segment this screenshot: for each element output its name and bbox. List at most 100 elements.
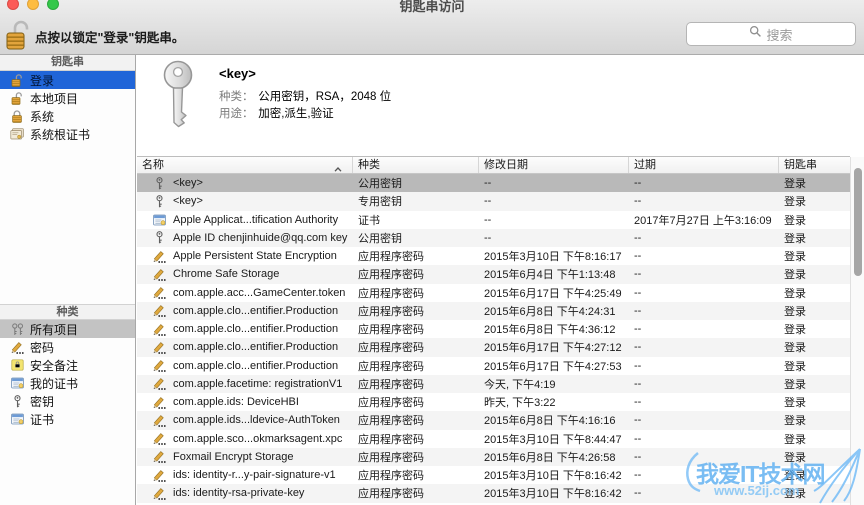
sidebar-item-label: 我的证书	[30, 375, 78, 392]
scrollbar-thumb[interactable]	[854, 168, 862, 276]
expires-cell: --	[628, 323, 778, 335]
name-cell: ids: identity-rsa-private-key	[137, 487, 352, 500]
lock-open-icon	[10, 92, 24, 105]
kind-cell: 应用程序密码	[352, 248, 478, 264]
kind-cell: 公用密钥	[352, 230, 478, 246]
sidebar-item-label: 安全备注	[30, 357, 78, 374]
table-row[interactable]: Apple Applicat...tification Authority 证书…	[137, 211, 850, 229]
name-cell: Apple Persistent State Encryption	[137, 250, 352, 263]
table-row[interactable]: com.apple.clo...entifier.Production 应用程序…	[137, 320, 850, 338]
search-input[interactable]: 搜索	[686, 22, 856, 46]
expires-cell: --	[628, 305, 778, 317]
toolbar: 钥匙串访问 点按以锁定"登录"钥匙串。 搜索	[0, 0, 864, 55]
key-icon	[152, 231, 166, 244]
sidebar-item-密码[interactable]: 密码	[0, 338, 135, 356]
table-row[interactable]: com.apple.sco...okmarksagent.xpc 应用程序密码 …	[137, 430, 850, 448]
lock-status-text: 点按以锁定"登录"钥匙串。	[35, 27, 184, 46]
sidebar: 钥匙串登录本地项目系统系统根证书种类所有项目密码安全备注我的证书密钥证书	[0, 55, 136, 505]
keychain-cell: 登录	[778, 248, 850, 264]
table-row[interactable]: com.apple.facetime: registrationV1 应用程序密…	[137, 375, 850, 393]
kind-cell: 证书	[352, 212, 478, 228]
kind-cell: 应用程序密码	[352, 303, 478, 319]
table-row[interactable]: Apple ID chenjinhuide@qq.com key 公用密钥 --…	[137, 229, 850, 247]
pencil-icon	[152, 396, 166, 409]
sidebar-spacer	[0, 143, 135, 304]
pencil-icon	[152, 414, 166, 427]
expires-cell: --	[628, 378, 778, 390]
table-row[interactable]: Apple Persistent State Encryption 应用程序密码…	[137, 247, 850, 265]
keychain-items-table: <key> 公用密钥 -- -- 登录 <key> 专用密钥 -- -- 登录 …	[137, 174, 850, 505]
table-row[interactable]: com.apple.clo...entifier.Production 应用程序…	[137, 302, 850, 320]
sidebar-section-header: 种类	[0, 304, 135, 320]
lock-closed-icon	[10, 110, 24, 123]
column-header-keychain[interactable]: 钥匙串	[778, 157, 850, 173]
table-row[interactable]: ids: identity-r...y-pair-signature-v1 应用…	[137, 466, 850, 484]
sidebar-item-登录[interactable]: 登录	[0, 71, 135, 89]
sidebar-item-本地项目[interactable]: 本地项目	[0, 89, 135, 107]
column-header-kind[interactable]: 种类	[352, 157, 478, 173]
modified-cell: 昨天, 下午3:22	[478, 394, 628, 410]
pencil-icon	[152, 469, 166, 482]
keychain-access-window: 钥匙串访问 点按以锁定"登录"钥匙串。 搜索 钥匙串登录本地	[0, 0, 864, 505]
pencil-icon	[152, 323, 166, 336]
pencil-icon	[152, 359, 166, 372]
sidebar-item-安全备注[interactable]: 安全备注	[0, 356, 135, 374]
table-row[interactable]: <key> 公用密钥 -- -- 登录	[137, 174, 850, 192]
modified-cell: 2015年6月8日 下午4:36:12	[478, 321, 628, 337]
lock-open-icon[interactable]	[5, 20, 32, 55]
vertical-scrollbar[interactable]	[850, 157, 864, 505]
key-icon	[10, 395, 24, 408]
table-row[interactable]: com.apple.ids: DeviceHBI 应用程序密码 昨天, 下午3:…	[137, 393, 850, 411]
cert-icon	[152, 214, 166, 226]
column-header-expires[interactable]: 过期	[628, 157, 778, 173]
expires-cell: --	[628, 195, 778, 207]
minimize-window-button[interactable]	[27, 0, 39, 10]
cert-icon	[10, 413, 24, 425]
sidebar-item-所有项目[interactable]: 所有项目	[0, 320, 135, 338]
expires-cell: --	[628, 287, 778, 299]
keychain-cell: 登录	[778, 321, 850, 337]
cert-icon	[10, 377, 24, 389]
name-cell: com.apple.ids: DeviceHBI	[137, 396, 352, 409]
column-header-name[interactable]: 名称	[137, 157, 352, 173]
detail-usage-value: 加密,派生,验证	[258, 108, 333, 120]
table-row[interactable]: <key> 专用密钥 -- -- 登录	[137, 192, 850, 210]
name-cell: com.apple.facetime: registrationV1	[137, 377, 352, 390]
modified-cell: --	[478, 177, 628, 189]
table-row[interactable]: com.apple.acc...GameCenter.token 应用程序密码 …	[137, 284, 850, 302]
pencil-icon	[152, 268, 166, 281]
pencil-icon	[152, 377, 166, 390]
modified-cell: 2015年3月10日 下午8:16:17	[478, 248, 628, 264]
table-row[interactable]: Chrome Safe Storage 应用程序密码 2015年6月4日 下午1…	[137, 265, 850, 283]
search-icon	[749, 25, 762, 43]
keychain-cell: 登录	[778, 193, 850, 209]
table-row[interactable]: com.apple.clo...entifier.Production 应用程序…	[137, 357, 850, 375]
name-cell: <key>	[137, 177, 352, 190]
expires-cell: --	[628, 396, 778, 408]
table-header: 名称 种类 修改日期 过期 钥匙串	[137, 157, 850, 174]
expires-cell: --	[628, 487, 778, 499]
name-cell: ids: identity-r...y-pair-signature-v1	[137, 469, 352, 482]
expires-cell: 2017年7月27日 上午3:16:09	[628, 212, 778, 228]
kind-cell: 应用程序密码	[352, 358, 478, 374]
name-cell: com.apple.clo...entifier.Production	[137, 304, 352, 317]
sidebar-item-label: 所有项目	[30, 321, 78, 338]
modified-cell: 2015年3月10日 下午8:44:47	[478, 431, 628, 447]
sidebar-item-密钥[interactable]: 密钥	[0, 392, 135, 410]
sidebar-item-label: 密钥	[30, 393, 54, 410]
sidebar-item-证书[interactable]: 证书	[0, 410, 135, 428]
close-window-button[interactable]	[7, 0, 19, 10]
zoom-window-button[interactable]	[47, 0, 59, 10]
sidebar-item-系统[interactable]: 系统	[0, 107, 135, 125]
table-row[interactable]: com.apple.ids...ldevice-AuthToken 应用程序密码…	[137, 411, 850, 429]
table-row[interactable]: com.apple.clo...entifier.Production 应用程序…	[137, 338, 850, 356]
keys-icon	[10, 323, 24, 336]
table-row[interactable]: ids: identity-rsa-private-key 应用程序密码 201…	[137, 484, 850, 502]
sidebar-item-label: 系统	[30, 108, 54, 125]
sidebar-item-我的证书[interactable]: 我的证书	[0, 374, 135, 392]
table-row[interactable]: Foxmail Encrypt Storage 应用程序密码 2015年6月8日…	[137, 448, 850, 466]
expires-cell: --	[628, 360, 778, 372]
column-header-modified[interactable]: 修改日期	[478, 157, 628, 173]
expires-cell: --	[628, 451, 778, 463]
sidebar-item-系统根证书[interactable]: 系统根证书	[0, 125, 135, 143]
